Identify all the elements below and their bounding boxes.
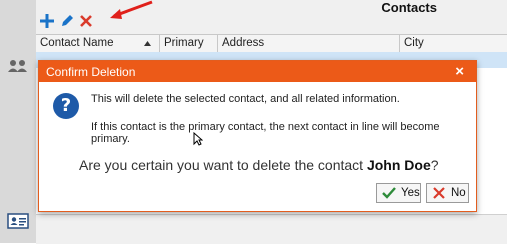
- dialog-message-line1: This will delete the selected contact, a…: [91, 93, 400, 105]
- column-label: City: [404, 37, 424, 49]
- dialog-title: Confirm Deletion: [46, 65, 136, 79]
- red-arrow-annotation-icon: [110, 0, 153, 19]
- checkmark-icon: [382, 187, 396, 199]
- toolbar: Contacts: [36, 0, 507, 34]
- yes-button[interactable]: Yes: [376, 183, 421, 203]
- close-icon[interactable]: ×: [455, 63, 464, 80]
- column-header-address[interactable]: Address: [218, 35, 400, 52]
- contact-name: John Doe: [366, 157, 431, 173]
- mouse-cursor-icon: [193, 132, 203, 146]
- edit-pencil-icon[interactable]: [58, 12, 76, 30]
- dialog-message-line2: If this contact is the primary contact, …: [91, 121, 440, 145]
- page-title: Contacts: [381, 0, 437, 15]
- contacts-group-icon[interactable]: [7, 56, 29, 78]
- prompt-prefix: Are you certain you want to delete the c…: [79, 157, 367, 173]
- contact-card-icon[interactable]: [7, 210, 29, 232]
- yes-label: Yes: [401, 187, 420, 199]
- dialog-prompt: Are you certain you want to delete the c…: [79, 157, 439, 173]
- confirm-deletion-dialog: Confirm Deletion × ? This will delete th…: [38, 60, 477, 212]
- delete-x-icon[interactable]: [77, 12, 95, 30]
- dialog-title-bar: Confirm Deletion ×: [39, 61, 476, 82]
- column-label: Contact Name: [40, 37, 114, 49]
- column-header-city[interactable]: City: [400, 35, 507, 52]
- column-header-contact-name[interactable]: Contact Name: [36, 35, 160, 52]
- column-header-primary[interactable]: Primary: [160, 35, 218, 52]
- add-icon[interactable]: [38, 12, 56, 30]
- cancel-x-icon: [433, 187, 445, 199]
- prompt-suffix: ?: [430, 157, 439, 173]
- left-sidebar: [0, 0, 36, 243]
- column-label: Address: [222, 37, 265, 49]
- column-label: Primary: [164, 37, 204, 49]
- no-button[interactable]: No: [426, 183, 469, 203]
- grid-header: Contact Name Primary Address City: [36, 34, 507, 53]
- bottom-strip: [36, 214, 507, 244]
- sort-ascending-icon: [144, 41, 151, 46]
- question-icon: ?: [53, 93, 79, 119]
- no-label: No: [451, 187, 466, 199]
